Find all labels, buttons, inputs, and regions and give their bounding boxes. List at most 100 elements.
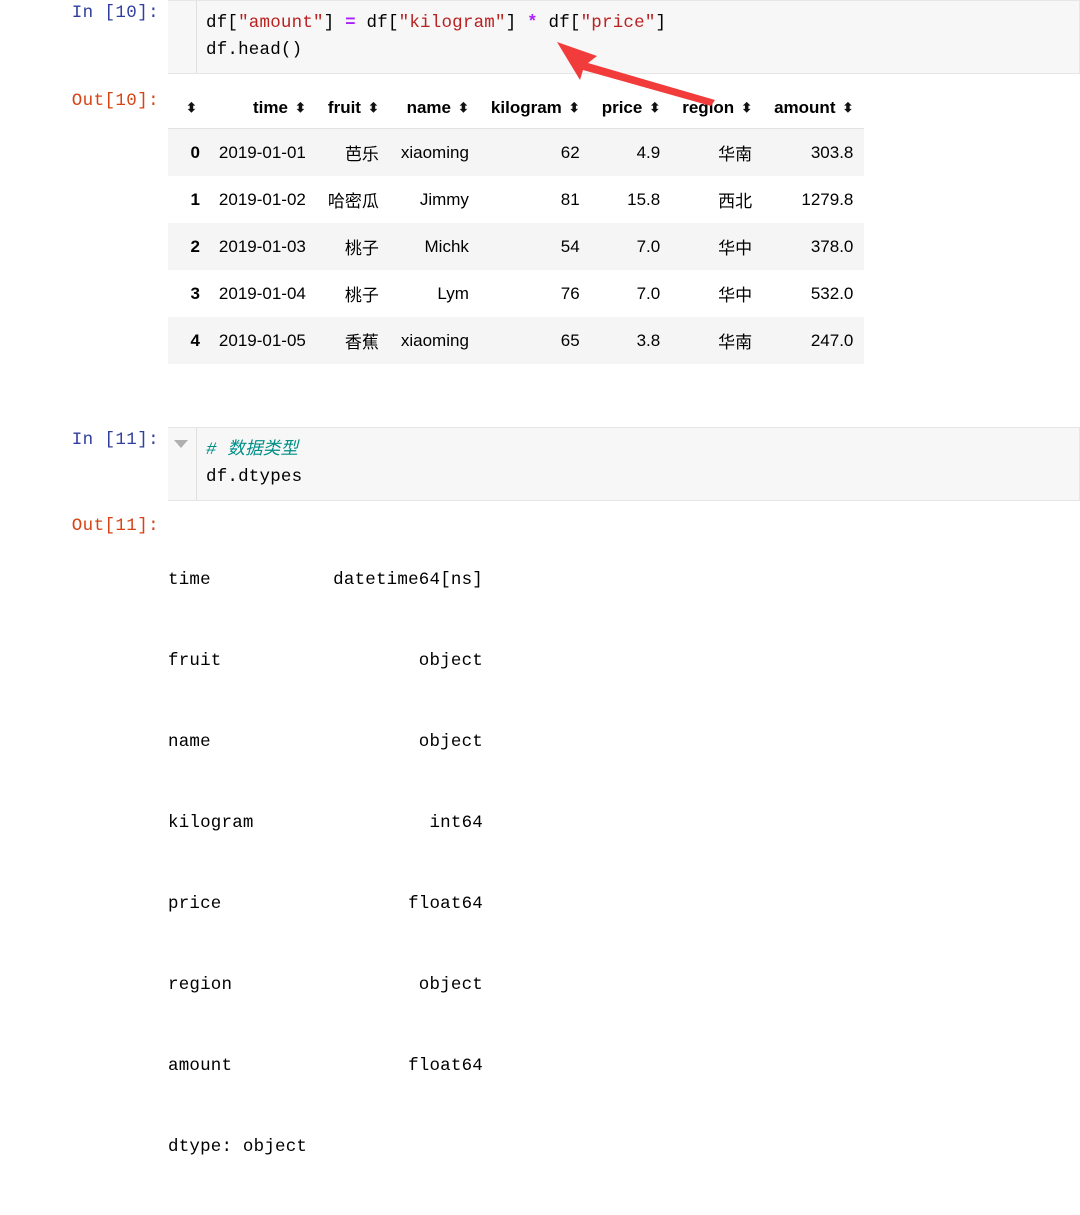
dtype-entry: time datetime64[ns] — [168, 567, 1080, 594]
code-gutter-10 — [168, 1, 197, 73]
dtype-value: float64 — [408, 1056, 483, 1076]
cell-region: 华南 — [718, 145, 753, 164]
dtype-value: datetime64[ns] — [333, 570, 483, 590]
cell-kilogram: 54 — [560, 236, 580, 256]
column-header-kilogram[interactable]: kilogram ⬍ — [479, 90, 591, 129]
column-label: price — [601, 98, 643, 117]
code-text-11[interactable]: # 数据类型 df.dtypes — [168, 428, 1079, 500]
dataframe-head: ⬍ time ⬍ fruit ⬍ name ⬍ kilogram ⬍ price ⬍ re… — [168, 90, 865, 129]
table-row: 4 2019-01-05 香蕉 xiaoming 65 3.8 华南 247.0 — [168, 317, 865, 364]
cell-fruit: 香蕉 — [344, 333, 379, 352]
code-line-dtypes: df.dtypes — [206, 467, 303, 487]
cell-region: 华中 — [718, 239, 753, 258]
column-header-region[interactable]: region ⬍ — [671, 90, 764, 129]
notebook-cell-input-11: In [11]: # 数据类型 df.dtypes — [0, 427, 1080, 501]
column-label: amount — [774, 98, 836, 117]
output-prompt-label-10: Out[10]: — [71, 91, 159, 111]
row-index: 1 — [190, 189, 200, 209]
dtypes-output-text: time datetime64[ns] fruit object name objec… — [168, 513, 1080, 1215]
sort-icon[interactable]: ⬍ — [741, 101, 752, 114]
dtype-entry: region object — [168, 972, 1080, 999]
sort-icon[interactable]: ⬍ — [842, 101, 853, 114]
code-editor-11[interactable]: # 数据类型 df.dtypes — [168, 427, 1080, 501]
code-comment-datatype: # 数据类型 — [206, 440, 299, 460]
column-header-price[interactable]: price ⬍ — [590, 90, 672, 129]
dtype-value: float64 — [408, 894, 483, 914]
collapse-triangle-icon[interactable] — [174, 440, 188, 448]
cell-time: 2019-01-05 — [218, 330, 306, 350]
cell-price: 3.8 — [636, 330, 661, 350]
notebook-cell-output-11: Out[11]: time datetime64[ns] fruit object … — [0, 513, 1080, 1215]
code-token: df[ — [355, 13, 399, 33]
column-label: time — [253, 98, 288, 117]
cell-amount: 303.8 — [810, 142, 854, 162]
cell-price: 4.9 — [636, 142, 661, 162]
column-header-name[interactable]: name ⬍ — [389, 90, 480, 129]
code-line-2: df.head() — [206, 40, 303, 60]
dtype-column-name: fruit — [168, 651, 222, 671]
cell-time: 2019-01-03 — [218, 236, 306, 256]
column-header-fruit[interactable]: fruit ⬍ — [316, 90, 390, 129]
table-row: 2 2019-01-03 桃子 Michk 54 7.0 华中 378.0 — [168, 223, 865, 270]
cell-price: 7.0 — [636, 236, 661, 256]
sort-icon[interactable]: ⬍ — [649, 101, 660, 114]
dtype-footer: dtype: object — [168, 1137, 308, 1157]
code-operator-multiply: * — [527, 13, 538, 33]
sort-icon[interactable]: ⬍ — [569, 101, 580, 114]
dataframe-header-row: ⬍ time ⬍ fruit ⬍ name ⬍ kilogram ⬍ price ⬍ re… — [168, 90, 865, 129]
cell-amount: 378.0 — [810, 236, 854, 256]
code-gutter-11 — [168, 428, 197, 500]
code-string-kilogram: "kilogram" — [398, 13, 506, 33]
cell-region: 华中 — [718, 286, 753, 305]
row-index: 0 — [190, 142, 200, 162]
column-header-amount[interactable]: amount ⬍ — [763, 90, 865, 129]
output-prompt-label-11: Out[11]: — [71, 516, 159, 536]
dtype-entry: amount float64 — [168, 1053, 1080, 1080]
cell-name: Lym — [437, 283, 469, 303]
column-header-index[interactable]: ⬍ — [168, 90, 208, 129]
sort-icon[interactable]: ⬍ — [368, 101, 379, 114]
table-row: 0 2019-01-01 芭乐 xiaoming 62 4.9 华南 303.8 — [168, 128, 865, 176]
dtype-column-name: time — [168, 570, 211, 590]
code-token: df[ — [537, 13, 581, 33]
dtype-value: object — [418, 651, 483, 671]
code-token: ] — [505, 13, 528, 33]
sort-icon[interactable]: ⬍ — [458, 101, 469, 114]
code-editor-10[interactable]: df["amount"] = df["kilogram"] * df["pric… — [168, 0, 1080, 74]
dataframe-table: ⬍ time ⬍ fruit ⬍ name ⬍ kilogram ⬍ price ⬍ re… — [168, 90, 865, 364]
code-token: ] — [655, 13, 667, 33]
notebook-cell-output-10: Out[10]: ⬍ time ⬍ fruit ⬍ name ⬍ kilogram ⬍ … — [0, 88, 1080, 364]
cell-name: xiaoming — [400, 330, 469, 350]
code-text-10[interactable]: df["amount"] = df["kilogram"] * df["pric… — [168, 1, 1079, 73]
cell-kilogram: 76 — [560, 283, 580, 303]
sort-icon[interactable]: ⬍ — [295, 101, 306, 114]
dataframe-container: ⬍ time ⬍ fruit ⬍ name ⬍ kilogram ⬍ price ⬍ re… — [168, 88, 1080, 364]
cell-amount: 247.0 — [810, 330, 854, 350]
dtype-column-name: region — [168, 975, 233, 995]
cell-region: 华南 — [718, 333, 753, 352]
input-prompt-label-10: In [10]: — [71, 3, 159, 23]
cell-price: 15.8 — [627, 189, 661, 209]
cell-fruit: 桃子 — [344, 239, 379, 258]
cell-name: Jimmy — [419, 189, 469, 209]
cell-fruit: 桃子 — [344, 286, 379, 305]
cell-name: xiaoming — [400, 142, 469, 162]
notebook-cell-input-10: In [10]: df["amount"] = df["kilogram"] *… — [0, 0, 1080, 74]
dtype-column-name: name — [168, 732, 211, 752]
cell-price: 7.0 — [636, 283, 661, 303]
column-header-time[interactable]: time ⬍ — [207, 90, 317, 129]
sort-icon[interactable]: ⬍ — [186, 101, 197, 114]
cell-name: Michk — [424, 236, 469, 256]
column-label: name — [406, 98, 452, 117]
dtype-value: object — [418, 732, 483, 752]
dtype-entry: fruit object — [168, 648, 1080, 675]
dtype-column-name: amount — [168, 1056, 233, 1076]
dtype-value: object — [418, 975, 483, 995]
column-label: kilogram — [490, 98, 562, 117]
dtype-column-name: price — [168, 894, 222, 914]
row-index: 3 — [190, 283, 200, 303]
code-token: ] — [323, 13, 346, 33]
input-prompt-label-11: In [11]: — [71, 430, 159, 450]
cell-time: 2019-01-01 — [218, 142, 306, 162]
